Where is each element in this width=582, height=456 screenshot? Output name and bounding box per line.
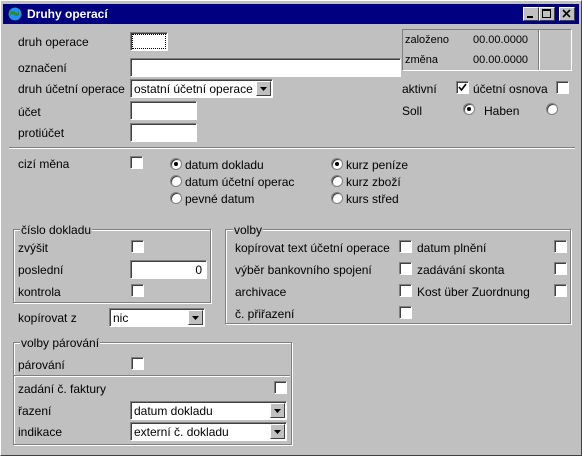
section-divider xyxy=(9,147,575,149)
archivace-checkbox[interactable] xyxy=(399,284,412,297)
protiucet-input[interactable] xyxy=(130,123,197,142)
druh-ucetni-label: druh účetní operace xyxy=(18,82,125,96)
vyber-bank-label: výběr bankovního spojení xyxy=(235,263,372,277)
kurs-stred-radio[interactable] xyxy=(331,192,343,204)
ucetni-osnova-label: účetní osnova xyxy=(473,82,548,96)
cizi-mena-label: cizí měna xyxy=(18,157,70,171)
vyber-bank-checkbox[interactable] xyxy=(399,262,412,275)
druh-ucetni-value: ostatní účetní operace xyxy=(134,82,253,96)
parovani-checkbox[interactable] xyxy=(131,357,144,370)
kost-checkbox[interactable] xyxy=(554,284,567,297)
kontrola-label: kontrola xyxy=(18,285,61,299)
zmena-value: 00.00.0000 xyxy=(473,54,529,66)
datum-ucetni-radio[interactable] xyxy=(170,175,182,187)
datum-plneni-label: datum plnění xyxy=(417,241,487,255)
parovani-title: volby párování xyxy=(20,336,101,350)
zmena-label: změna xyxy=(405,54,439,66)
zalozeno-label: založeno xyxy=(405,34,450,46)
kurz-penize-label: kurz peníze xyxy=(346,158,409,172)
minimize-button[interactable] xyxy=(523,7,539,21)
kontrola-checkbox[interactable] xyxy=(131,284,144,297)
druh-ucetni-select[interactable]: ostatní účetní operace xyxy=(130,79,273,98)
zadavani-skonta-label: zadávání skonta xyxy=(417,263,505,277)
c-prirazeni-label: č. přiřazení xyxy=(235,307,295,321)
c-prirazeni-checkbox[interactable] xyxy=(399,306,412,319)
kopirovat-text-label: kopírovat text účetní operace xyxy=(235,241,390,255)
chevron-down-icon[interactable] xyxy=(270,403,285,418)
soll-radio[interactable] xyxy=(463,103,475,115)
haben-radio[interactable] xyxy=(546,103,558,115)
maximize-button[interactable] xyxy=(539,7,555,21)
zvysit-checkbox[interactable] xyxy=(131,240,144,253)
zadani-faktury-label: zadání č. faktury xyxy=(18,382,107,396)
ucet-input[interactable] xyxy=(130,101,197,120)
druh-operace-label: druh operace xyxy=(18,35,89,49)
kopirovat-value: nic xyxy=(113,311,129,325)
title-bar[interactable]: Druhy operací xyxy=(3,4,579,24)
oznaceni-label: označení xyxy=(18,61,67,75)
druh-operace-input[interactable] xyxy=(130,32,168,51)
protiucet-label: protiúčet xyxy=(18,126,65,140)
kurz-penize-radio[interactable] xyxy=(331,158,343,170)
posledni-input[interactable]: 0 xyxy=(130,260,207,279)
razeni-label: řazení xyxy=(18,404,52,418)
kopirovat-select[interactable]: nic xyxy=(109,308,205,327)
kost-label: Kost über Zuordnung xyxy=(417,285,530,299)
zadavani-skonta-checkbox[interactable] xyxy=(554,262,567,275)
kurs-stred-label: kurs střed xyxy=(346,192,399,206)
indikace-select[interactable]: externí č. dokladu xyxy=(130,422,287,441)
pevne-datum-radio[interactable] xyxy=(170,192,182,204)
razeni-select[interactable]: datum dokladu xyxy=(130,401,287,420)
dialog-window: Druhy operací druh operace založeno 00.0… xyxy=(0,0,582,456)
indikace-value: externí č. dokladu xyxy=(134,425,229,439)
oznaceni-input[interactable] xyxy=(130,58,401,77)
datum-dokladu-radio[interactable] xyxy=(170,158,182,170)
zalozeno-value: 00.00.0000 xyxy=(473,34,529,46)
app-globe-icon xyxy=(7,6,23,22)
zadani-faktury-checkbox[interactable] xyxy=(274,381,287,394)
volby-title: volby xyxy=(233,223,264,237)
datum-plneni-checkbox[interactable] xyxy=(554,240,567,253)
soll-label: Soll xyxy=(402,104,423,118)
chevron-down-icon[interactable] xyxy=(188,310,203,325)
pevne-datum-label: pevné datum xyxy=(185,192,255,206)
razeni-value: datum dokladu xyxy=(134,404,213,418)
zvysit-label: zvýšit xyxy=(18,241,48,255)
datum-dokladu-label: datum dokladu xyxy=(185,158,264,172)
aktivni-checkbox[interactable] xyxy=(456,81,469,94)
parovani-label: párování xyxy=(18,358,65,372)
ucet-label: účet xyxy=(18,105,41,119)
chevron-down-icon[interactable] xyxy=(256,81,271,96)
parovani-divider xyxy=(14,375,290,377)
kurz-zbozi-radio[interactable] xyxy=(331,175,343,187)
aktivni-label: aktivní xyxy=(402,82,437,96)
datum-ucetni-label: datum účetní operac xyxy=(185,175,295,189)
archivace-label: archivace xyxy=(235,285,287,299)
kopirovat-text-checkbox[interactable] xyxy=(399,240,412,253)
cislo-dokladu-title: číslo dokladu xyxy=(20,223,93,237)
window-title: Druhy operací xyxy=(27,7,108,21)
chevron-down-icon[interactable] xyxy=(270,424,285,439)
kurz-zbozi-label: kurz zboží xyxy=(346,175,401,189)
posledni-label: poslední xyxy=(18,263,64,277)
cizi-mena-checkbox[interactable] xyxy=(130,156,143,169)
kopirovat-label: kopírovat z xyxy=(18,311,77,325)
close-button[interactable] xyxy=(559,7,575,21)
dates-divider xyxy=(538,30,540,70)
posledni-value: 0 xyxy=(195,263,202,277)
haben-label: Haben xyxy=(484,104,520,118)
indikace-label: indikace xyxy=(18,425,63,439)
ucetni-osnova-checkbox[interactable] xyxy=(556,81,569,94)
